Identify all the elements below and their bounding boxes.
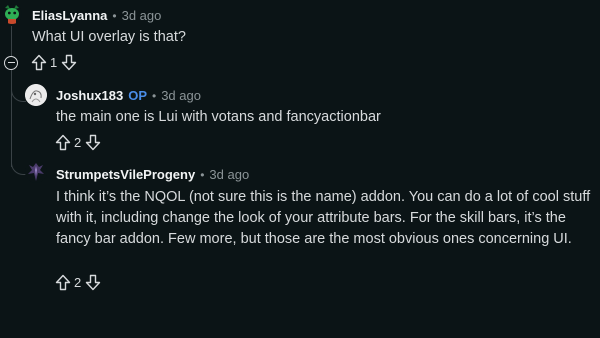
vote-count: 2 [74, 275, 82, 290]
avatar-snoo-icon [2, 4, 22, 24]
username[interactable]: StrumpetsVileProgeny [56, 167, 195, 182]
vote-controls: 2 [55, 274, 101, 291]
thread-connector-strumpets [11, 158, 26, 175]
comment-meta: EliasLyanna • 3d ago [32, 8, 161, 23]
avatar-dark-figure-icon [25, 161, 47, 183]
meta-separator: • [152, 88, 157, 103]
avatar-strumpetsvileprogeny[interactable] [25, 161, 47, 183]
timestamp[interactable]: 3d ago [209, 167, 249, 182]
vote-count: 2 [74, 135, 82, 150]
op-badge: OP [128, 88, 147, 103]
comment-meta: Joshux183 OP • 3d ago [56, 88, 201, 103]
meta-separator: • [112, 8, 117, 23]
collapse-thread-button[interactable] [4, 56, 18, 70]
username[interactable]: EliasLyanna [32, 8, 107, 23]
avatar-joshux183[interactable] [25, 84, 47, 106]
upvote-icon[interactable] [55, 274, 71, 291]
timestamp[interactable]: 3d ago [161, 88, 201, 103]
upvote-icon[interactable] [31, 54, 47, 71]
meta-separator: • [200, 167, 205, 182]
comment-body: I think it’s the NQOL (not sure this is … [56, 189, 591, 247]
avatar-sketch-icon [25, 84, 47, 106]
downvote-icon[interactable] [85, 274, 101, 291]
vote-controls: 2 [55, 134, 101, 151]
downvote-icon[interactable] [61, 54, 77, 71]
vote-controls: 1 [31, 54, 77, 71]
downvote-icon[interactable] [85, 134, 101, 151]
comment-meta: StrumpetsVileProgeny • 3d ago [56, 167, 249, 182]
thread-connector-joshux [11, 85, 26, 102]
timestamp[interactable]: 3d ago [122, 8, 162, 23]
comment-thread: EliasLyanna • 3d ago What UI overlay is … [0, 0, 600, 338]
username[interactable]: Joshux183 [56, 88, 123, 103]
avatar-eliaslyanna[interactable] [2, 4, 22, 24]
vote-count: 1 [50, 55, 58, 70]
comment-body: the main one is Lui with votans and fanc… [56, 109, 381, 125]
upvote-icon[interactable] [55, 134, 71, 151]
comment-body: What UI overlay is that? [32, 29, 186, 45]
thread-line-main[interactable] [11, 26, 12, 56]
